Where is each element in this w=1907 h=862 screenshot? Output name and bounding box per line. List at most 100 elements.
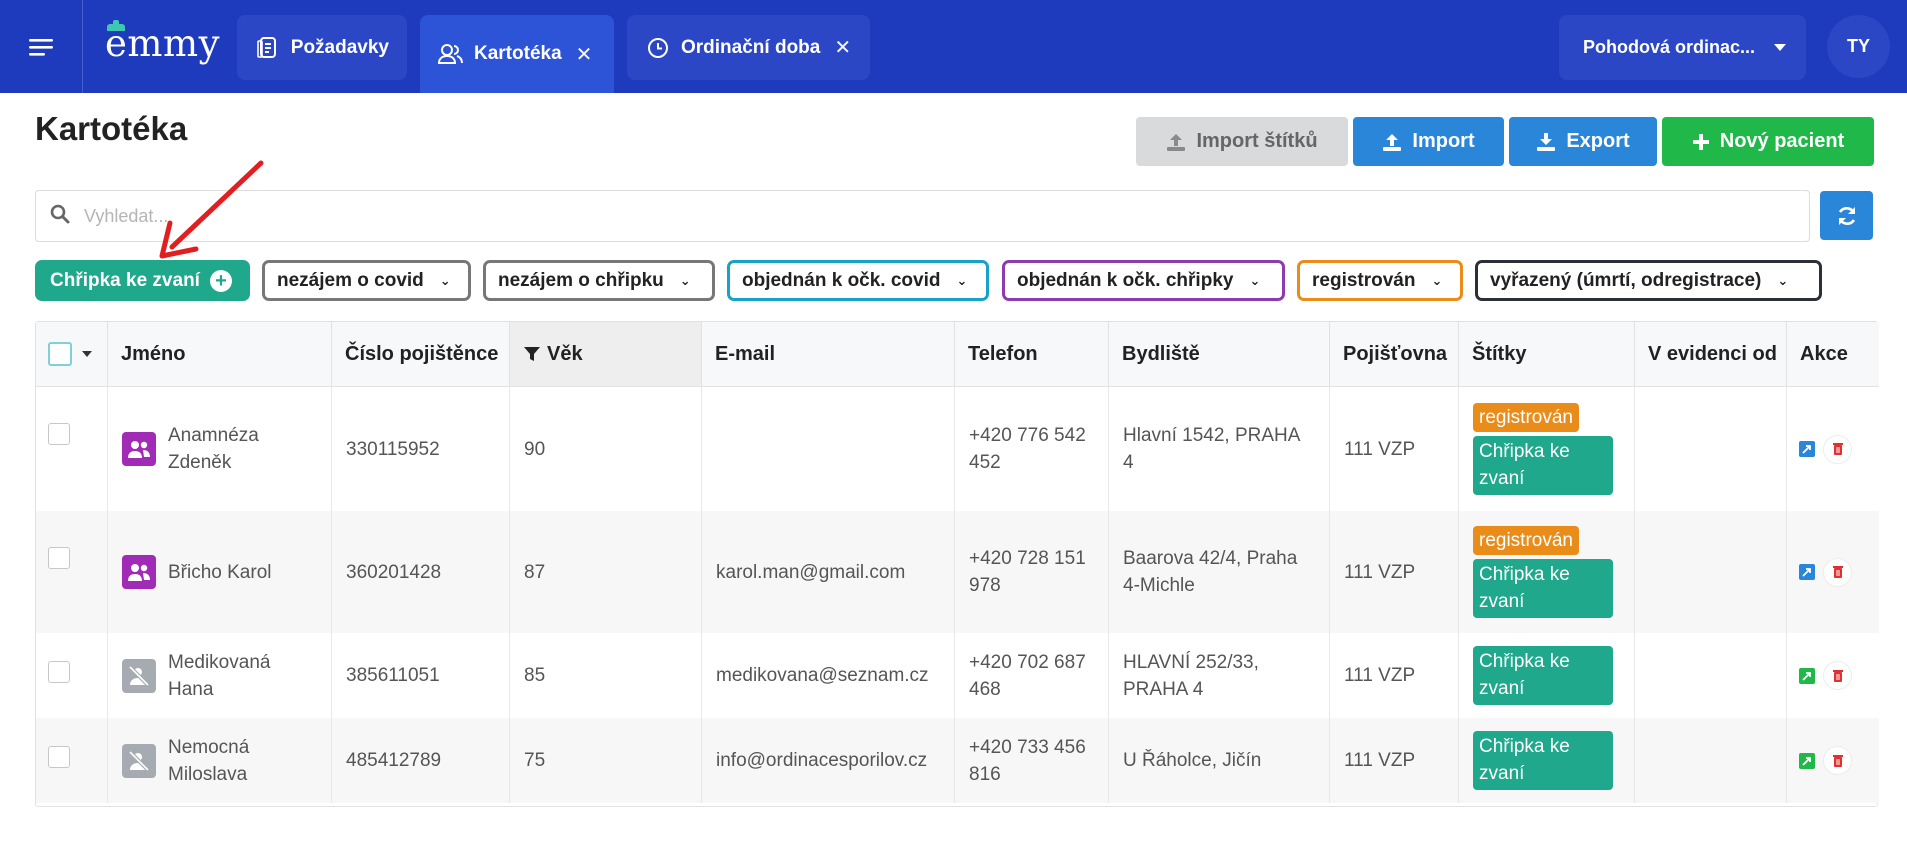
patients-table: Jméno Číslo pojištěnce Věk E-mail Telefo…: [35, 321, 1879, 807]
column-header-age[interactable]: Věk: [510, 322, 702, 387]
open-detail-icon[interactable]: [1799, 441, 1815, 457]
filter-chip-nezajem-o-covid[interactable]: nezájem o covid ⌄: [262, 260, 471, 301]
filter-chip-objednan-covid[interactable]: objednán k očk. covid ⌄: [727, 260, 989, 301]
delete-icon[interactable]: [1823, 557, 1852, 587]
column-header-email[interactable]: E-mail: [702, 322, 955, 387]
top-navbar: emmy Požadavky Kartotéka ✕ Ordinační dob…: [0, 0, 1907, 93]
patient-inactive-icon: [122, 743, 156, 778]
tag-badge: Chřipka ke zvaní: [1473, 559, 1613, 618]
row-checkbox[interactable]: [48, 423, 70, 445]
delete-icon[interactable]: [1823, 661, 1852, 690]
column-header-tags[interactable]: Štítky: [1459, 322, 1635, 387]
filter-chip-registrovan[interactable]: registrován ⌄: [1297, 260, 1463, 301]
column-header-since[interactable]: V evidenci od: [1635, 322, 1787, 387]
table-cell-actions: [1787, 633, 1879, 718]
user-avatar[interactable]: TY: [1827, 15, 1890, 78]
column-header-name[interactable]: Jméno: [108, 322, 332, 387]
table-cell-insurance-no: 330115952: [332, 387, 510, 511]
cell-insurer-text: 111 VZP: [1344, 438, 1416, 460]
table-cell-phone: +420 728 151 978: [955, 511, 1109, 633]
cell-email-text[interactable]: info@ordinacesporilov.cz: [716, 747, 927, 774]
organization-select-value: Pohodová ordinac...: [1583, 37, 1756, 57]
cell-email-text[interactable]: medikovana@seznam.cz: [716, 662, 929, 689]
organization-select[interactable]: Pohodová ordinac...: [1559, 15, 1806, 80]
download-icon: [1536, 132, 1556, 152]
cell-age-text: 85: [524, 665, 546, 686]
filter-icon: [523, 345, 541, 363]
open-detail-icon[interactable]: [1799, 667, 1815, 684]
tag-badge: Chřipka ke zvaní: [1473, 646, 1613, 705]
plus-icon: [1692, 133, 1710, 151]
search-icon: [50, 204, 70, 229]
cell-age-text: 75: [524, 750, 546, 771]
open-detail-icon[interactable]: [1799, 752, 1815, 769]
chevron-down-icon: ⌄: [1431, 272, 1443, 288]
select-all-header[interactable]: [36, 322, 108, 387]
patient-name[interactable]: Břicho Karol: [168, 559, 272, 586]
filter-chip-nezajem-o-chripku[interactable]: nezájem o chřipku ⌄: [483, 260, 715, 301]
refresh-button[interactable]: [1820, 191, 1873, 240]
column-header-insurance-no[interactable]: Číslo pojištěnce: [332, 322, 510, 387]
cell-phone-text: +420 733 456 816: [969, 736, 1086, 785]
open-detail-icon[interactable]: [1799, 564, 1815, 580]
filter-chip-objednan-chripky[interactable]: objednán k očk. chřipky ⌄: [1002, 260, 1285, 301]
upload-icon: [1166, 132, 1186, 152]
delete-icon[interactable]: [1823, 746, 1852, 775]
export-button[interactable]: Export: [1509, 117, 1657, 166]
table-cell-email: info@ordinacesporilov.cz: [702, 718, 955, 803]
import-tags-button[interactable]: Import štítků: [1136, 117, 1348, 166]
column-header-address[interactable]: Bydliště: [1109, 322, 1330, 387]
tab-kartoteka[interactable]: Kartotéka ✕: [420, 15, 614, 93]
new-patient-button[interactable]: Nový pacient: [1662, 117, 1874, 166]
tag-badge: Chřipka ke zvaní: [1473, 731, 1613, 790]
search-field[interactable]: [35, 190, 1810, 242]
patient-name[interactable]: Medikovaná Hana: [168, 649, 288, 703]
menu-button[interactable]: [0, 0, 83, 93]
filter-chip-vyrazeny[interactable]: vyřazený (úmrtí, odregistrace) ⌄: [1475, 260, 1822, 301]
cell-email-text[interactable]: karol.man@gmail.com: [716, 559, 905, 586]
cell-age-text: 87: [524, 561, 546, 583]
table-cell-email: medikovana@seznam.cz: [702, 633, 955, 718]
cell-phone-text: +420 776 542 452: [969, 425, 1086, 473]
delete-icon[interactable]: [1823, 434, 1852, 464]
tab-pozadavky[interactable]: Požadavky: [237, 15, 407, 80]
cell-insurance-no-text: 385611051: [346, 665, 440, 686]
table-cell-since: [1635, 633, 1787, 718]
cell-phone-text: +420 702 687 468: [969, 651, 1086, 700]
patient-name[interactable]: Anamnéza Zdeněk: [168, 422, 288, 476]
cell-insurer-text: 111 VZP: [1344, 750, 1416, 771]
tab-label: Ordinační doba: [681, 36, 821, 58]
table-cell-insurer: 111 VZP: [1330, 633, 1459, 718]
table-cell-email: [702, 387, 955, 511]
close-icon[interactable]: ✕: [576, 42, 593, 67]
tab-label: Požadavky: [290, 36, 389, 58]
caret-down-icon: [1774, 44, 1786, 51]
table-cell-age: 87: [510, 511, 702, 633]
row-checkbox[interactable]: [48, 661, 70, 683]
column-header-actions: Akce: [1787, 322, 1879, 387]
table-cell-email: karol.man@gmail.com: [702, 511, 955, 633]
tag-badge: registrován: [1473, 526, 1579, 555]
cell-insurance-no-text: 330115952: [346, 438, 440, 460]
chevron-down-icon: ⌄: [679, 272, 691, 288]
close-icon[interactable]: ✕: [834, 35, 851, 60]
patient-name[interactable]: Nemocná Miloslava: [168, 734, 288, 788]
caret-down-icon[interactable]: [82, 351, 92, 357]
column-header-phone[interactable]: Telefon: [955, 322, 1109, 387]
cell-insurance-no-text: 485412789: [346, 750, 442, 771]
table-cell-age: 85: [510, 633, 702, 718]
table-cell-cb: [36, 633, 108, 718]
table-cell-address: HLAVNÍ 252/33, PRAHA 4: [1109, 633, 1330, 718]
row-checkbox[interactable]: [48, 746, 70, 768]
filter-chip-chripka-ke-zvani[interactable]: Chřipka ke zvaní +: [35, 260, 250, 301]
table-cell-insurance-no: 485412789: [332, 718, 510, 803]
row-checkbox[interactable]: [48, 547, 70, 569]
search-input[interactable]: [84, 205, 1684, 227]
table-cell-since: [1635, 718, 1787, 803]
column-header-insurer[interactable]: Pojišťovna: [1330, 322, 1459, 387]
tab-ordinacni-doba[interactable]: Ordinační doba ✕: [627, 15, 870, 80]
select-all-checkbox[interactable]: [48, 342, 72, 366]
import-button[interactable]: Import: [1353, 117, 1504, 166]
cell-insurer-text: 111 VZP: [1344, 665, 1416, 686]
table-cell-insurer: 111 VZP: [1330, 387, 1459, 511]
